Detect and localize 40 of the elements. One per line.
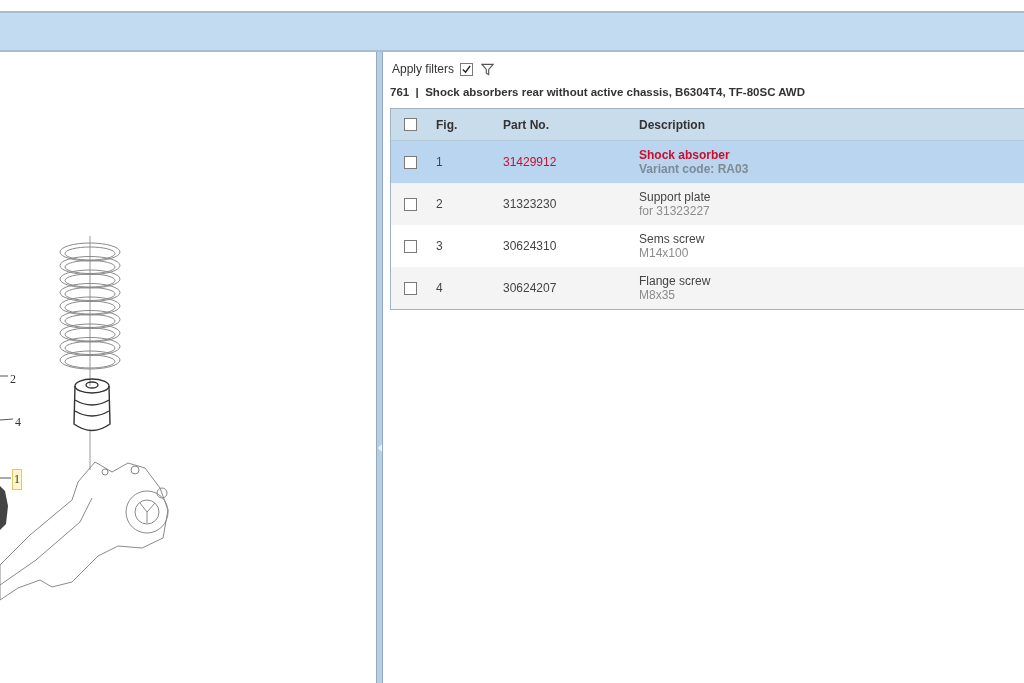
column-header[interactable]: Part No. (503, 115, 639, 134)
leader-line (0, 418, 14, 421)
leader-line (0, 375, 9, 377)
callout-number[interactable]: 4 (13, 412, 23, 433)
table-cell-text: 30624310 (503, 238, 558, 255)
leader-line (0, 477, 12, 479)
part-description: Sems screw (639, 232, 705, 246)
part-note: M8x35 (639, 288, 677, 302)
shock-absorber-drawing (0, 486, 8, 530)
table-cell-text: 4 (436, 280, 444, 297)
part-note: Variant code: RA03 (639, 162, 749, 176)
parts-group-title: 761 | Shock absorbers rear without active chassis, B6304T4, TF-80SC AWD (390, 85, 807, 99)
column-header[interactable]: Fig. (436, 115, 503, 134)
table-row[interactable]: 1 31429912 Shock absorber Variant code: RA03 (391, 141, 1024, 183)
part-description: Flange screw (639, 274, 711, 288)
row-checkbox[interactable] (404, 281, 417, 295)
filter-icon[interactable] (481, 62, 495, 76)
column-header[interactable]: Description (639, 115, 705, 134)
part-note: M14x100 (639, 246, 690, 260)
table-cell-text: 31429912 (503, 154, 558, 171)
part-note: for 31323227 (639, 204, 711, 218)
table-cell-text: 31323230 (503, 196, 558, 213)
apply-filters-checkbox[interactable] (460, 62, 474, 76)
table-cell-text: 3 (436, 238, 444, 255)
table-cell-text: 2 (436, 196, 444, 213)
row-checkbox[interactable] (404, 239, 417, 253)
row-checkbox[interactable] (404, 155, 417, 169)
table-cell-text: 1 (436, 154, 444, 171)
part-description: Support plate (639, 190, 711, 204)
callout-number[interactable]: 1 (12, 469, 22, 490)
bump-stop-drawing (73, 378, 111, 432)
table-row[interactable]: 2 31323230 Support plate for 31323227 (391, 183, 1024, 225)
checkmark-icon (462, 64, 472, 74)
apply-filters-label: Apply filters (392, 62, 455, 76)
callout-number[interactable]: 2 (8, 369, 18, 390)
table-row[interactable]: 4 30624207 Flange screw M8x35 (391, 267, 1024, 309)
part-description: Shock absorber (639, 148, 731, 162)
row-checkbox[interactable] (404, 197, 417, 211)
table-cell-text: 30624207 (503, 280, 558, 297)
select-all-checkbox[interactable] (404, 118, 417, 131)
